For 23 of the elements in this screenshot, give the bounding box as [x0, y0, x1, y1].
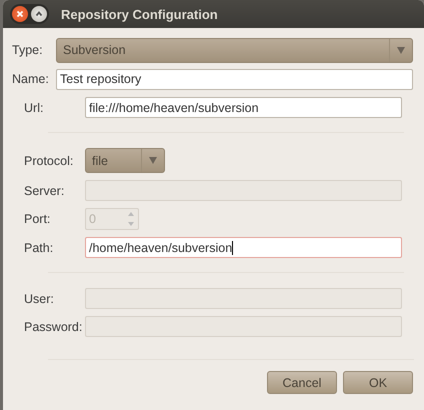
input-field[interactable]: Test repository: [56, 68, 413, 90]
field-label: Url:: [24, 100, 44, 114]
dialog-button[interactable]: OK: [343, 371, 413, 394]
field-label: Type:: [12, 43, 44, 57]
input-field[interactable]: file:///home/heaven/subversion: [85, 97, 402, 118]
window-title: Repository Configuration: [61, 6, 218, 22]
dropdown-arrow-icon: [149, 157, 157, 164]
close-icon: [15, 9, 25, 19]
field-label: Port:: [24, 212, 52, 226]
dialog-button[interactable]: Cancel: [267, 371, 337, 394]
dropdown-arrow-icon: [397, 46, 405, 54]
dropdown[interactable]: file: [85, 148, 165, 173]
maximize-button[interactable]: [31, 6, 47, 22]
dropdown[interactable]: Subversion: [56, 38, 413, 62]
chevron-up-icon: [34, 9, 44, 19]
field-label: Path:: [24, 240, 54, 254]
field-label: Server:: [24, 184, 66, 198]
close-button[interactable]: [12, 6, 28, 22]
field-label: Protocol:: [24, 154, 74, 168]
field-label: Password:: [24, 320, 84, 334]
field-label: User:: [24, 292, 55, 306]
input-field[interactable]: /home/heaven/subversion: [85, 237, 402, 258]
field-label: Name:: [12, 72, 50, 86]
